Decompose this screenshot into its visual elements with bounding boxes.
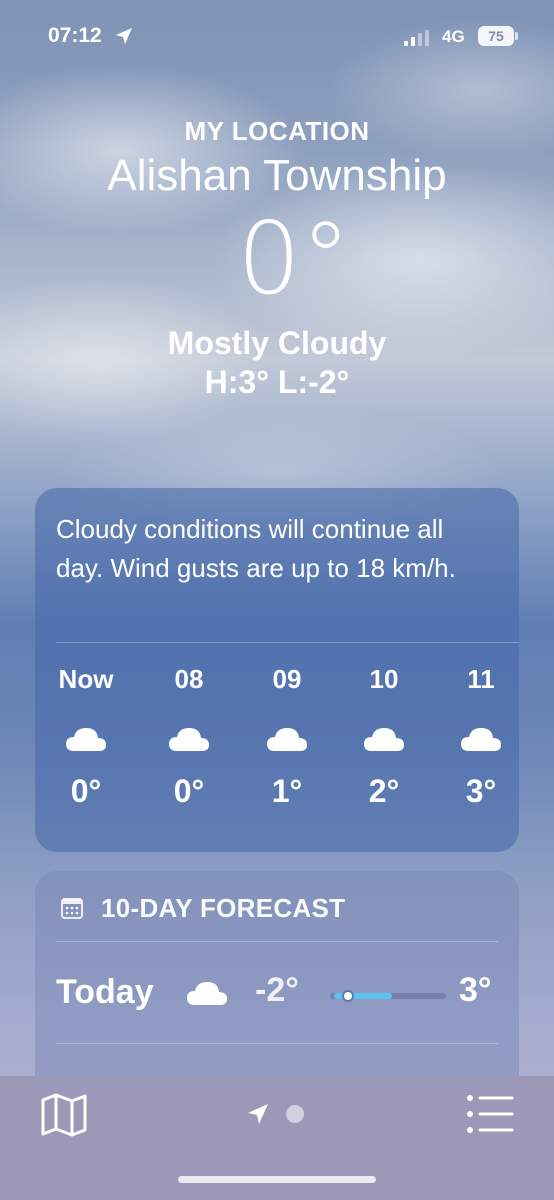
- hour-item: 11 3°: [441, 664, 521, 810]
- hour-label: 10: [369, 664, 399, 694]
- forecast-title: 10-DAY FORECAST: [101, 892, 346, 923]
- hour-label: Now: [58, 664, 114, 694]
- cloud-icon: [187, 982, 227, 1005]
- day-low-temperature: -2°: [255, 971, 299, 1009]
- city-name: Alishan Township: [107, 151, 447, 200]
- location-arrow-icon: [116, 28, 132, 44]
- map-icon[interactable]: [40, 1092, 88, 1138]
- hour-item: Now 0°: [46, 664, 126, 810]
- cloud-icon: [267, 728, 307, 751]
- hour-temperature: 0°: [173, 773, 205, 809]
- temperature-range-bar: [330, 992, 446, 1000]
- hour-label: 08: [174, 664, 204, 694]
- hour-item: 09 1°: [247, 664, 327, 810]
- battery-indicator: 75: [478, 26, 518, 46]
- signal-icon: [404, 30, 429, 46]
- hour-item: 08 0°: [149, 664, 229, 810]
- day-name: Today: [56, 973, 154, 1011]
- card-divider: [56, 1043, 498, 1044]
- hour-temperature: 0°: [70, 773, 102, 809]
- calendar-icon: [61, 898, 83, 919]
- status-bar: 07:12 4G 75: [0, 22, 554, 52]
- day-high-temperature: 3°: [459, 971, 492, 1009]
- home-indicator[interactable]: [178, 1176, 376, 1183]
- hour-temperature: 3°: [465, 773, 497, 809]
- cloud-icon: [461, 728, 501, 751]
- forecast-day-row[interactable]: Today -2° 3°: [35, 963, 519, 1023]
- weather-summary: Cloudy conditions will continue all day.…: [56, 514, 456, 583]
- cloud-icon: [364, 728, 404, 751]
- page-dot: [286, 1105, 304, 1123]
- weather-condition: Mostly Cloudy: [167, 325, 387, 361]
- card-divider: [56, 642, 519, 643]
- high-low-temperature: H:3° L:-2°: [204, 364, 350, 400]
- cloud-icon: [169, 728, 209, 751]
- page-indicator[interactable]: [246, 1102, 304, 1126]
- cloud-icon: [66, 728, 106, 751]
- hour-temperature: 1°: [271, 773, 303, 809]
- current-temperature-dot: [343, 992, 352, 1000]
- hourly-forecast-card[interactable]: Cloudy conditions will continue all day.…: [35, 488, 519, 852]
- temperature-range-fill: [334, 993, 392, 999]
- weather-header: MY LOCATION Alishan Township 0° Mostly C…: [0, 116, 554, 401]
- list-icon[interactable]: [466, 1094, 514, 1134]
- hour-label: 11: [467, 664, 495, 694]
- ten-day-forecast-card[interactable]: 10-DAY FORECAST Today -2° 3°: [35, 871, 519, 1111]
- current-temperature: 0°: [237, 200, 351, 317]
- hour-item: 10 2°: [344, 664, 424, 810]
- forecast-header: 10-DAY FORECAST: [61, 893, 345, 923]
- location-label: MY LOCATION: [184, 116, 370, 146]
- location-arrow-icon: [248, 1104, 268, 1124]
- network-type: 4G: [442, 27, 465, 46]
- bottom-toolbar: [0, 1076, 554, 1200]
- hour-label: 09: [272, 664, 302, 694]
- status-time: 07:12: [48, 24, 102, 47]
- hour-temperature: 2°: [368, 773, 400, 809]
- card-divider: [56, 941, 498, 942]
